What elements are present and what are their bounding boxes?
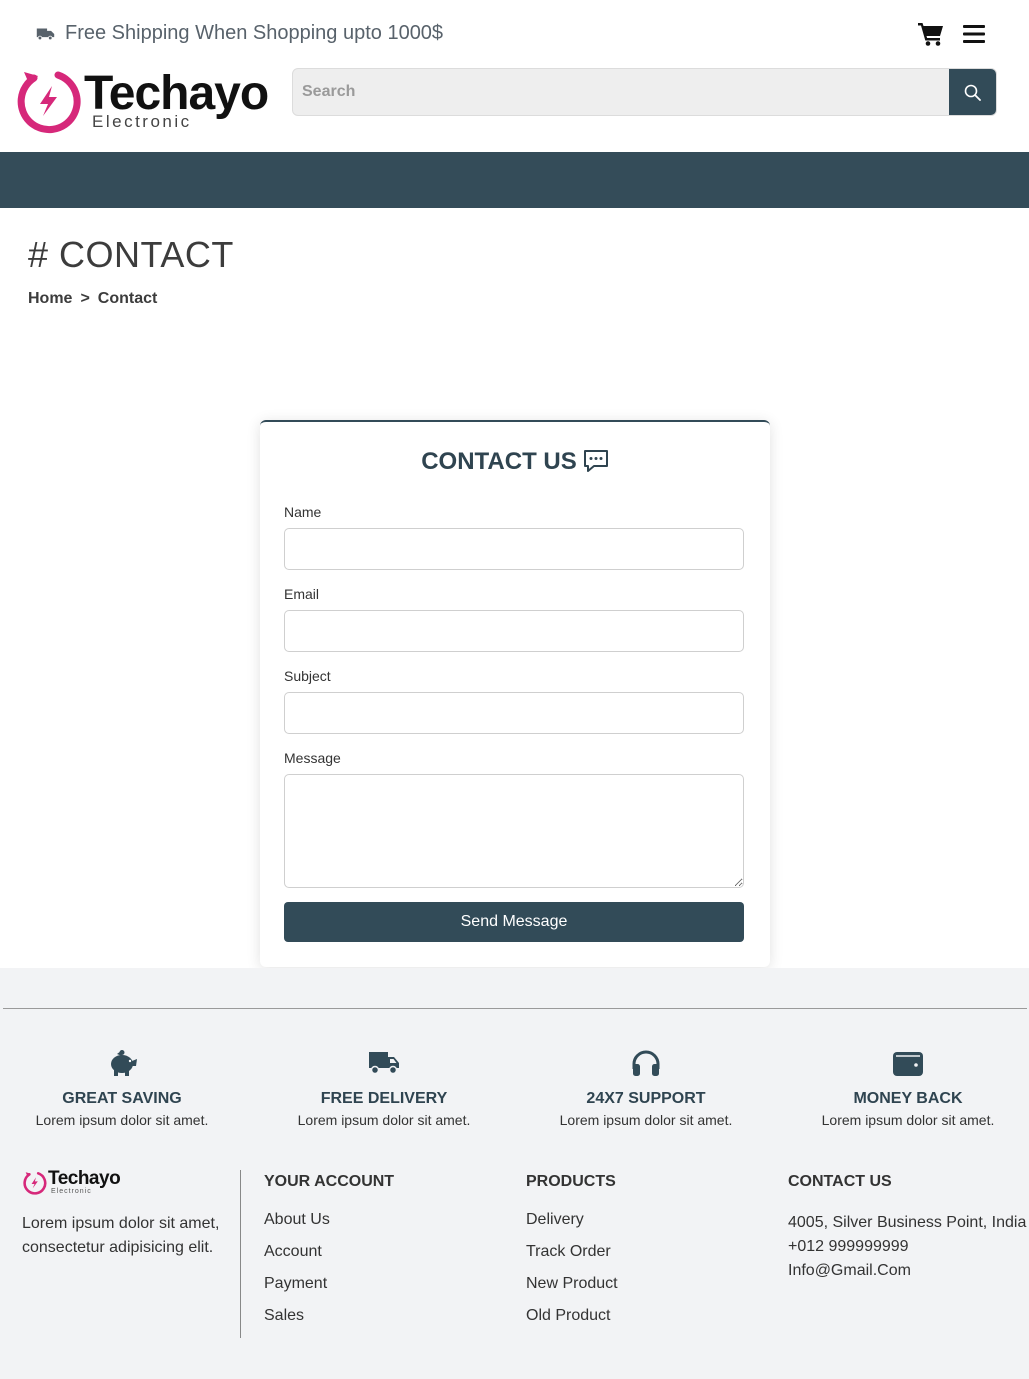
truck-icon: [36, 27, 55, 40]
footer-description: Lorem ipsum dolor sit amet, consectetur …: [22, 1215, 220, 1256]
footer-link-delivery[interactable]: Delivery: [526, 1211, 618, 1243]
footer-contact-heading: CONTACT US: [788, 1173, 892, 1190]
footer: GREAT SAVING Lorem ipsum dolor sit amet.…: [0, 968, 1029, 1379]
footer-phone: +012 999999999: [788, 1238, 909, 1255]
name-field[interactable]: [284, 528, 744, 570]
footer-link-payment[interactable]: Payment: [264, 1275, 394, 1307]
hamburger-icon: [963, 25, 985, 43]
shipping-text: Free Shipping When Shopping upto 1000$: [65, 22, 444, 44]
message-label: Message: [284, 750, 341, 766]
contact-form-card: CONTACT US Name Email Subject Message Se…: [260, 420, 770, 967]
breadcrumb: Home > Contact: [28, 290, 157, 308]
footer-link-about-us[interactable]: About Us: [264, 1211, 394, 1243]
footer-vertical-divider: [240, 1170, 241, 1338]
feature-desc: Lorem ipsum dolor sit amet.: [821, 1112, 995, 1128]
email-field[interactable]: [284, 610, 744, 652]
cart-button[interactable]: [918, 22, 944, 46]
contact-form-title: CONTACT US: [260, 448, 770, 476]
breadcrumb-home[interactable]: Home: [28, 290, 72, 308]
footer-contact-column: CONTACT US 4005, Silver Business Point, …: [788, 1173, 1026, 1283]
page-title: # CONTACT: [28, 234, 234, 275]
headset-icon: [632, 1050, 660, 1076]
send-message-button[interactable]: Send Message: [284, 902, 744, 942]
feature-great-saving: GREAT SAVING Lorem ipsum dolor sit amet.: [2, 1048, 242, 1128]
breadcrumb-separator: >: [80, 290, 90, 307]
footer-link-new-product[interactable]: New Product: [526, 1275, 618, 1307]
footer-products-heading: PRODUCTS: [526, 1173, 616, 1190]
name-label: Name: [284, 504, 322, 520]
logo-bolt-icon: [17, 71, 81, 134]
top-bar: Free Shipping When Shopping upto 1000$: [0, 0, 1029, 68]
feature-money-back: MONEY BACK Lorem ipsum dolor sit amet.: [788, 1048, 1028, 1128]
cart-icon: [918, 23, 943, 46]
footer-link-sales[interactable]: Sales: [264, 1307, 394, 1339]
message-field[interactable]: [284, 774, 744, 888]
nav-band: [0, 152, 1029, 208]
search-icon: [964, 84, 981, 101]
footer-account-column: YOUR ACCOUNT About Us Account Payment Sa…: [264, 1173, 394, 1339]
footer-tagline: Electronic: [51, 1188, 92, 1195]
footer-link-track-order[interactable]: Track Order: [526, 1243, 618, 1275]
subject-label: Subject: [284, 668, 331, 684]
feature-title: 24X7 SUPPORT: [586, 1090, 706, 1107]
footer-email: Info@Gmail.Com: [788, 1262, 911, 1279]
menu-button[interactable]: [962, 22, 986, 46]
chat-bubble-icon: [583, 450, 608, 472]
feature-desc: Lorem ipsum dolor sit amet.: [559, 1112, 733, 1128]
feature-support: 24X7 SUPPORT Lorem ipsum dolor sit amet.: [526, 1048, 766, 1128]
site-logo[interactable]: Techayo Electronic: [14, 66, 279, 134]
breadcrumb-current: Contact: [97, 290, 158, 307]
subject-field[interactable]: [284, 692, 744, 734]
feature-title: GREAT SAVING: [62, 1090, 182, 1107]
search-bar: [292, 68, 997, 116]
email-label: Email: [284, 586, 320, 602]
feature-title: FREE DELIVERY: [320, 1090, 448, 1107]
footer-logo[interactable]: Techayo Electronic: [22, 1168, 142, 1198]
footer-address: 4005, Silver Business Point, India: [788, 1214, 1027, 1231]
feature-desc: Lorem ipsum dolor sit amet.: [297, 1112, 471, 1128]
feature-title: MONEY BACK: [853, 1090, 963, 1107]
piggy-bank-icon: [111, 1050, 137, 1076]
shipping-notice: Free Shipping When Shopping upto 1000$: [36, 22, 443, 45]
feature-desc: Lorem ipsum dolor sit amet.: [35, 1112, 209, 1128]
footer-account-heading: YOUR ACCOUNT: [264, 1173, 395, 1190]
footer-divider: [3, 1008, 1027, 1009]
logo-tagline: Electronic: [92, 112, 192, 131]
wallet-icon: [893, 1052, 923, 1076]
footer-link-account[interactable]: Account: [264, 1243, 394, 1275]
footer-link-old-product[interactable]: Old Product: [526, 1307, 618, 1339]
logo-bolt-icon: [23, 1172, 47, 1195]
contact-form-heading: CONTACT US: [421, 448, 577, 475]
search-button[interactable]: [949, 69, 996, 115]
search-input[interactable]: [293, 69, 949, 115]
truck-icon: [369, 1052, 399, 1075]
feature-free-delivery: FREE DELIVERY Lorem ipsum dolor sit amet…: [264, 1048, 504, 1128]
footer-brand: Techayo: [48, 1168, 121, 1189]
footer-products-column: PRODUCTS Delivery Track Order New Produc…: [526, 1173, 618, 1339]
